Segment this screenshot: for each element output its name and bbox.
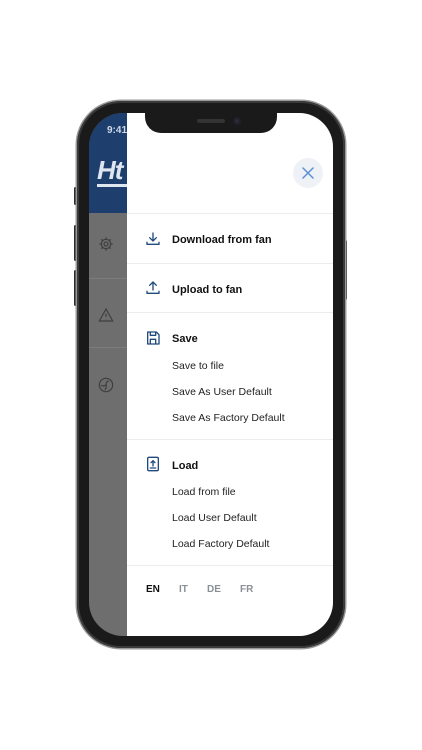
app-logo: Ht <box>97 155 123 185</box>
language-it[interactable]: IT <box>179 584 188 595</box>
menu-drawer: Download from fan Upload to fan Save Sav… <box>127 113 333 636</box>
close-icon <box>302 167 314 179</box>
sidebar-divider <box>89 347 127 348</box>
save-as-user-default-item[interactable]: Save As User Default <box>172 386 272 398</box>
download-from-fan-button[interactable]: Download from fan <box>172 234 272 246</box>
separator <box>127 213 333 214</box>
save-section-title: Save <box>172 333 198 345</box>
language-de[interactable]: DE <box>207 584 221 595</box>
load-user-default-item[interactable]: Load User Default <box>172 512 257 524</box>
floppy-disk-icon <box>147 331 160 345</box>
separator <box>127 263 333 264</box>
phone-notch <box>145 113 277 133</box>
warning-icon[interactable] <box>98 307 114 323</box>
separator <box>127 312 333 313</box>
language-en[interactable]: EN <box>146 584 160 595</box>
language-fr[interactable]: FR <box>240 584 253 595</box>
upload-to-fan-button[interactable]: Upload to fan <box>172 284 242 296</box>
separator <box>127 565 333 566</box>
close-button[interactable] <box>293 158 323 188</box>
load-factory-default-item[interactable]: Load Factory Default <box>172 538 269 550</box>
front-camera <box>233 117 241 125</box>
separator <box>127 439 333 440</box>
fan-icon[interactable] <box>98 377 114 393</box>
speaker-grille <box>197 119 225 123</box>
logo-underline <box>97 184 127 187</box>
gear-icon[interactable] <box>98 236 114 252</box>
load-section-title: Load <box>172 460 199 472</box>
file-upload-icon <box>147 456 159 472</box>
sidebar-divider <box>89 278 127 279</box>
upload-icon <box>146 281 160 294</box>
save-to-file-item[interactable]: Save to file <box>172 360 224 372</box>
save-as-factory-default-item[interactable]: Save As Factory Default <box>172 412 285 424</box>
phone-screen: 9:41 Ht Download from fan Upload to fan … <box>89 113 333 636</box>
load-from-file-item[interactable]: Load from file <box>172 486 236 498</box>
download-icon <box>146 232 160 245</box>
status-time: 9:41 <box>107 125 128 136</box>
